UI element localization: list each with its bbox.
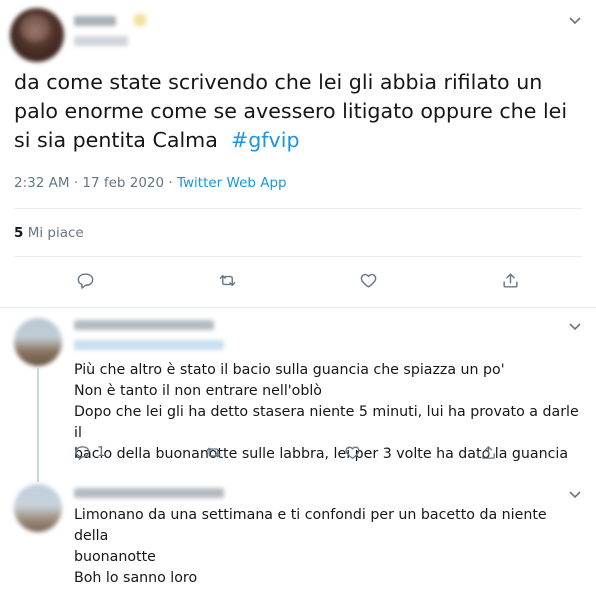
- retweet-button[interactable]: [205, 444, 222, 461]
- reply-icon: [75, 446, 90, 460]
- chevron-down-icon[interactable]: [569, 14, 581, 29]
- tweet-meta: 2:32 AM · 17 feb 2020 · Twitter Web App: [14, 175, 287, 191]
- heart-icon: [345, 446, 360, 459]
- share-icon: [482, 446, 495, 459]
- hashtag-link[interactable]: #gfvip: [231, 128, 300, 152]
- reply-count: 1: [97, 445, 106, 460]
- likes-count: 5: [14, 225, 24, 241]
- like-button[interactable]: [359, 271, 378, 290]
- reply-line: Boh lo sanno loro: [74, 570, 198, 586]
- retweet-icon: [219, 275, 236, 286]
- likes-summary[interactable]: 5 Mi piace: [14, 225, 84, 241]
- reply-text: Limonano da una settimana e ti confondi …: [74, 505, 584, 589]
- reply-button[interactable]: 1: [74, 444, 105, 461]
- like-button[interactable]: [344, 444, 361, 461]
- reply-line: buonanotte: [74, 549, 156, 565]
- tweet-source-link[interactable]: Twitter Web App: [177, 175, 287, 191]
- author-badge-blurred: [134, 14, 146, 26]
- chevron-down-icon[interactable]: [569, 488, 581, 503]
- reply-avatar[interactable]: [14, 484, 62, 532]
- likes-label: Mi piace: [27, 225, 84, 241]
- reply-text: Più che altro è stato il bacio sulla gua…: [74, 360, 584, 465]
- reply-line: Non è tanto il non entrare nell'oblò: [74, 383, 322, 399]
- reply-line: Limonano da una settimana e ti confondi …: [74, 507, 547, 544]
- author-name-blurred[interactable]: [74, 16, 132, 26]
- thread-connector: [37, 368, 39, 482]
- divider: [14, 208, 582, 209]
- reply-author-blurred[interactable]: [74, 488, 224, 498]
- reply-icon: [77, 273, 94, 289]
- author-handle-blurred[interactable]: [74, 36, 128, 46]
- divider: [0, 307, 596, 308]
- share-button[interactable]: [501, 271, 520, 290]
- retweet-icon: [206, 447, 221, 458]
- share-icon: [503, 273, 518, 288]
- reply-button[interactable]: [76, 271, 95, 290]
- tweet-timestamp[interactable]: 2:32 AM · 17 feb 2020 ·: [14, 175, 177, 191]
- heart-icon: [360, 273, 377, 288]
- reply-to-blurred[interactable]: [74, 340, 224, 350]
- reply-line: bacio della buonanotte sulle labbra, lei…: [74, 446, 569, 462]
- reply-author-blurred[interactable]: [74, 320, 214, 330]
- tweet-text: da come state scrivendo che lei gli abbi…: [14, 68, 584, 155]
- reply-avatar[interactable]: [14, 318, 62, 366]
- reply-line: Dopo che lei gli ha detto stasera niente…: [74, 404, 579, 441]
- divider: [14, 256, 582, 257]
- share-button[interactable]: [480, 444, 497, 461]
- chevron-down-icon[interactable]: [569, 320, 581, 335]
- reply-line: Più che altro è stato il bacio sulla gua…: [74, 362, 505, 378]
- author-avatar[interactable]: [10, 8, 64, 62]
- retweet-button[interactable]: [218, 271, 237, 290]
